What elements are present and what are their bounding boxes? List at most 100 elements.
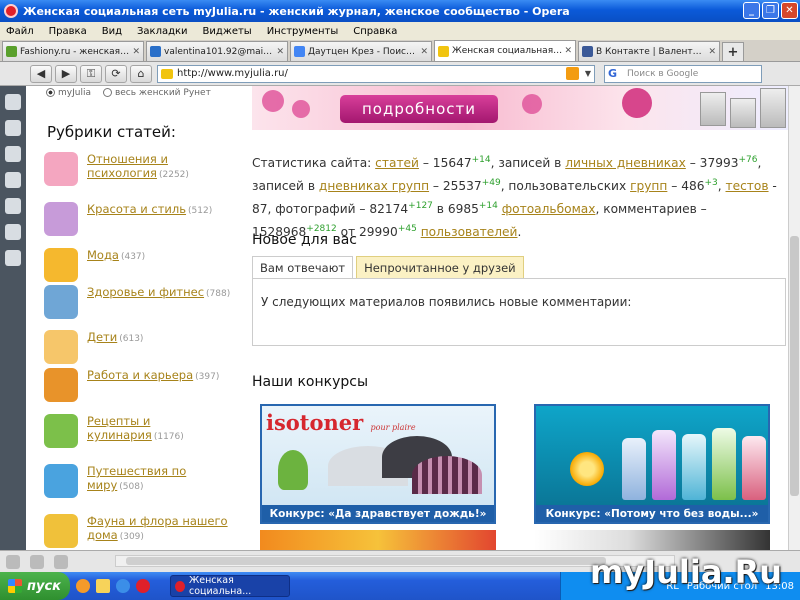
- promo-banner[interactable]: подробности: [252, 86, 788, 130]
- category-link[interactable]: Рецепты и кулинария: [87, 414, 152, 442]
- tests-link[interactable]: тестов: [726, 179, 769, 193]
- start-button[interactable]: пуск: [0, 572, 70, 600]
- tab-google-search[interactable]: Даутцен Крез - Поиск ... ✕: [290, 41, 432, 61]
- category-link[interactable]: Мода: [87, 248, 119, 262]
- widgets-panel-icon[interactable]: [5, 120, 21, 136]
- search-input[interactable]: G Поиск в Google: [604, 64, 762, 83]
- category-item[interactable]: Дети (613): [44, 330, 235, 364]
- back-button[interactable]: ◀: [30, 64, 52, 83]
- tab-close-icon[interactable]: ✕: [708, 47, 716, 57]
- menu-bookmarks[interactable]: Закладки: [137, 26, 188, 37]
- folder-icon[interactable]: [96, 579, 110, 593]
- close-button[interactable]: ✕: [781, 2, 798, 19]
- menu-file[interactable]: Файл: [6, 26, 34, 37]
- scroll-thumb[interactable]: [126, 557, 606, 565]
- flower-pot-icon: [44, 514, 78, 548]
- taskbar-opera-window[interactable]: Женская социальна...: [170, 575, 290, 597]
- delta: +127: [408, 201, 433, 212]
- tab-replies[interactable]: Вам отвечают: [252, 256, 354, 278]
- vertical-scrollbar[interactable]: [788, 86, 800, 550]
- opera-icon[interactable]: [136, 579, 150, 593]
- gift-box: [760, 88, 786, 128]
- contest-banner-partial[interactable]: [534, 530, 770, 550]
- delta: +14: [478, 201, 498, 212]
- contest-caption[interactable]: Конкурс: «Да здравствует дождь!»: [262, 505, 494, 522]
- forward-button[interactable]: ▶: [55, 64, 77, 83]
- shampoo-bottle-image: [622, 438, 646, 500]
- home-button[interactable]: ⌂: [130, 64, 152, 83]
- menu-widgets[interactable]: Виджеты: [203, 26, 252, 37]
- contest-banner-partial[interactable]: [260, 530, 496, 550]
- tab-myjulia[interactable]: Женская социальная с... ✕: [434, 40, 576, 61]
- category-count: (397): [195, 372, 220, 382]
- tab-mail[interactable]: valentina101.92@mail.r... ✕: [146, 41, 288, 61]
- contest-water-card[interactable]: Конкурс: «Потому что без воды...»: [534, 404, 770, 524]
- flower-decoration: [522, 94, 542, 114]
- radio-runet[interactable]: весь женский Рунет: [102, 88, 211, 98]
- menu-tools[interactable]: Инструменты: [267, 26, 339, 37]
- tab-close-icon[interactable]: ✕: [132, 47, 140, 57]
- category-link[interactable]: Работа и карьера: [87, 368, 193, 382]
- category-item[interactable]: Работа и карьера (397): [44, 368, 235, 402]
- reload-button[interactable]: ⟳: [105, 64, 127, 83]
- new-tab-button[interactable]: +: [722, 42, 744, 61]
- scroll-thumb[interactable]: [790, 236, 799, 496]
- firefox-icon[interactable]: [76, 579, 90, 593]
- category-item[interactable]: Рецепты и кулинария (1176): [44, 414, 235, 448]
- contest-rain-card[interactable]: isotoner pour plaire Конкурс: «Да здравс…: [260, 404, 496, 524]
- group-diaries-link[interactable]: дневниках групп: [319, 179, 429, 193]
- stats-text: , записей в: [490, 156, 566, 171]
- tab-close-icon[interactable]: ✕: [276, 47, 284, 57]
- bookmarks-panel-icon[interactable]: [5, 94, 21, 110]
- category-item[interactable]: Отношения и психология (2252): [44, 152, 235, 186]
- category-item[interactable]: Красота и стиль (512): [44, 202, 235, 236]
- downloads-panel-icon[interactable]: [5, 198, 21, 214]
- articles-link[interactable]: статей: [375, 156, 419, 170]
- tab-label: В Контакте | Валентин...: [596, 46, 707, 57]
- watermark-logo: myJulia.Ru: [590, 553, 782, 591]
- category-item[interactable]: Мода (437): [44, 248, 235, 282]
- tab-unread-friends[interactable]: Непрочитанное у друзей: [356, 256, 524, 278]
- new-for-you-tabs: Вам отвечают Непрочитанное у друзей: [252, 256, 524, 278]
- tab-close-icon[interactable]: ✕: [420, 47, 428, 57]
- contests-title: Наши конкурсы: [252, 374, 369, 390]
- menu-help[interactable]: Справка: [353, 26, 397, 37]
- history-panel-icon[interactable]: [5, 224, 21, 240]
- people-icon: [44, 152, 78, 186]
- category-link[interactable]: Фауна и флора нашего дома: [87, 514, 228, 542]
- settings-icon[interactable]: [54, 554, 68, 569]
- tab-close-icon[interactable]: ✕: [564, 46, 572, 56]
- category-item[interactable]: Путешествия по миру (508): [44, 464, 235, 498]
- maximize-button[interactable]: ❐: [762, 2, 779, 19]
- tab-fashiony[interactable]: Fashiony.ru - женская м... ✕: [2, 41, 144, 61]
- category-link[interactable]: Дети: [87, 330, 117, 344]
- contest-caption[interactable]: Конкурс: «Потому что без воды...»: [536, 505, 768, 522]
- category-link[interactable]: Отношения и психология: [87, 152, 168, 180]
- rss-icon[interactable]: [565, 67, 579, 80]
- tab-vkontakte[interactable]: В Контакте | Валентин... ✕: [578, 41, 720, 61]
- albums-link[interactable]: фотоальбомах: [502, 202, 596, 216]
- radio-myjulia[interactable]: myJulia: [46, 88, 91, 98]
- search-placeholder: Поиск в Google: [627, 68, 699, 79]
- category-link[interactable]: Здоровье и фитнес: [87, 285, 204, 299]
- groups-link[interactable]: групп: [630, 179, 667, 193]
- key-button[interactable]: ⚿: [80, 64, 102, 83]
- panel-toggle-icon[interactable]: [6, 554, 20, 569]
- minimize-button[interactable]: _: [743, 2, 760, 19]
- category-item[interactable]: Фауна и флора нашего дома (309): [44, 514, 235, 548]
- category-link[interactable]: Красота и стиль: [87, 202, 186, 216]
- ie-icon[interactable]: [116, 579, 130, 593]
- details-button[interactable]: подробности: [340, 95, 498, 123]
- menu-edit[interactable]: Правка: [49, 26, 87, 37]
- menu-view[interactable]: Вид: [102, 26, 122, 37]
- category-item[interactable]: Здоровье и фитнес (788): [44, 285, 235, 319]
- url-input[interactable]: http://www.myjulia.ru/ ▼: [157, 64, 595, 83]
- add-panel-icon[interactable]: [5, 250, 21, 266]
- diaries-link[interactable]: личных дневниках: [565, 156, 686, 170]
- google-icon[interactable]: G: [608, 67, 624, 81]
- chevron-down-icon[interactable]: ▼: [582, 69, 594, 78]
- links-panel-icon[interactable]: [5, 146, 21, 162]
- notes-panel-icon[interactable]: [5, 172, 21, 188]
- users-link[interactable]: пользователей: [421, 225, 518, 239]
- turbo-icon[interactable]: [30, 554, 44, 569]
